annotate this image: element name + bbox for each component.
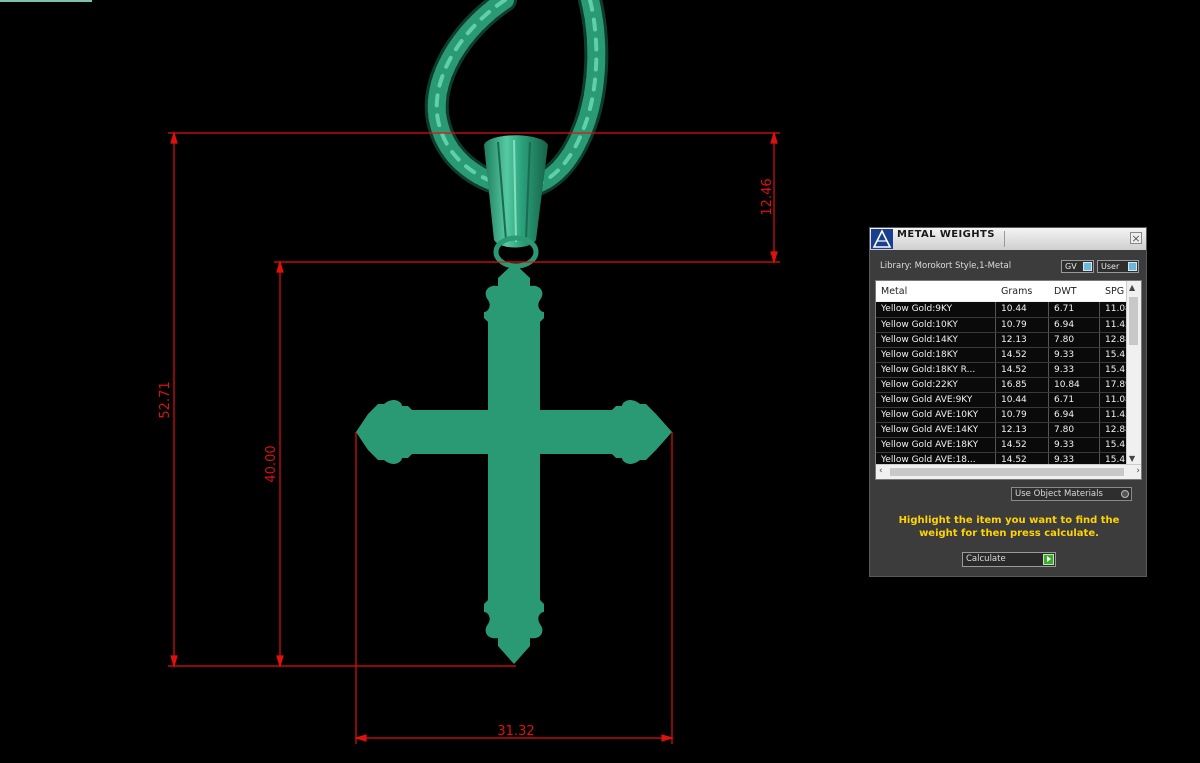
cell-dwt: 6.94	[1049, 318, 1100, 332]
cell-spg: 12.88	[1105, 425, 1126, 435]
cell-spg: 15.41	[1105, 365, 1126, 375]
cell-metal: Yellow Gold:9KY	[876, 302, 996, 317]
cell-metal: Yellow Gold:18KY R...	[876, 363, 996, 377]
column-header-dwt[interactable]: DWT	[1049, 281, 1100, 301]
vertical-scrollbar[interactable]: ▲ ▼	[1126, 281, 1141, 465]
horizontal-scroll-thumb[interactable]	[890, 468, 1124, 476]
cell-spg: 11.08	[1105, 304, 1126, 314]
column-header-metal[interactable]: Metal	[876, 281, 996, 301]
vertical-scroll-thumb[interactable]	[1129, 297, 1138, 345]
scroll-left-icon[interactable]: ‹	[879, 466, 883, 476]
scroll-down-icon[interactable]: ▼	[1129, 454, 1135, 463]
cell-grams: 10.79	[996, 408, 1049, 422]
column-header-spg[interactable]: SPG	[1100, 281, 1126, 301]
table-row[interactable]: Yellow Gold:9KY10.446.71 11.08	[876, 302, 1126, 317]
cell-grams: 16.85	[996, 378, 1049, 392]
panel-title: METAL WEIGHTS	[897, 229, 995, 240]
table-row[interactable]: Yellow Gold AVE:14KY12.137.80 12.88	[876, 422, 1126, 437]
table-row[interactable]: Yellow Gold AVE:9KY10.446.71 11.08	[876, 392, 1126, 407]
instruction-text: Highlight the item you want to find the …	[898, 515, 1120, 539]
cell-spg: 17.89	[1105, 380, 1126, 390]
table-row[interactable]: Yellow Gold:18KY R...14.529.33 15.41	[876, 362, 1126, 377]
cell-spg: 11.08	[1105, 395, 1126, 405]
scroll-right-icon[interactable]: ›	[1136, 466, 1140, 476]
close-button[interactable]: ×	[1130, 232, 1142, 244]
cell-dwt: 10.84	[1049, 378, 1100, 392]
cell-grams: 14.52	[996, 363, 1049, 377]
cell-grams: 10.44	[996, 302, 1049, 317]
cell-spg: 15.41	[1105, 350, 1126, 360]
table-row[interactable]: Yellow Gold AVE:10KY10.796.94 11.45	[876, 407, 1126, 422]
cell-grams: 14.52	[996, 348, 1049, 362]
scroll-up-icon[interactable]: ▲	[1129, 283, 1135, 292]
bail-model	[484, 135, 548, 269]
dim-bail-height: 12.46	[760, 178, 775, 215]
cell-metal: Yellow Gold AVE:9KY	[876, 393, 996, 407]
cell-grams: 12.13	[996, 423, 1049, 437]
panel-titlebar[interactable]: METAL WEIGHTS ×	[870, 228, 1146, 250]
cell-dwt: 6.71	[1049, 302, 1100, 317]
cell-grams: 12.13	[996, 333, 1049, 347]
cell-spg: 12.88	[1105, 335, 1126, 345]
metal-weights-panel: METAL WEIGHTS × Library: Morokort Style,…	[869, 227, 1147, 577]
calculate-label: Calculate	[966, 554, 1006, 564]
cell-dwt: 7.80	[1049, 333, 1100, 347]
metal-table[interactable]: Metal Grams DWT SPG Yellow Gold:9KY 10.44…	[875, 280, 1142, 480]
cell-spg: 11.45	[1105, 410, 1126, 420]
cell-metal: Yellow Gold AVE:14KY	[876, 423, 996, 437]
app-logo-icon	[871, 229, 893, 249]
gv-toggle[interactable]: GV	[1061, 260, 1094, 273]
radio-indicator-icon	[1121, 490, 1129, 498]
table-header: Metal Grams DWT SPG	[876, 281, 1126, 301]
cell-metal: Yellow Gold:22KY	[876, 378, 996, 392]
cell-metal: Yellow Gold:10KY	[876, 318, 996, 332]
cell-metal: Yellow Gold AVE:10KY	[876, 408, 996, 422]
cell-grams: 10.79	[996, 318, 1049, 332]
cell-dwt: 9.33	[1049, 363, 1100, 377]
calculate-button[interactable]: Calculate	[962, 552, 1056, 567]
toggle-knob-icon	[1128, 262, 1137, 271]
cell-dwt: 9.33	[1049, 438, 1100, 452]
cell-metal: Yellow Gold:14KY	[876, 333, 996, 347]
use-object-materials-button[interactable]: Use Object Materials	[1011, 487, 1132, 501]
library-label: Library: Morokort Style,1-Metal	[880, 261, 1012, 271]
cell-metal: Yellow Gold:18KY	[876, 348, 996, 362]
user-toggle-label: User	[1101, 262, 1120, 271]
cell-metal: Yellow Gold AVE:18KY	[876, 438, 996, 452]
cell-dwt: 6.71	[1049, 393, 1100, 407]
cell-dwt: 6.94	[1049, 408, 1100, 422]
cell-spg: 15.41	[1105, 440, 1126, 450]
cross-pendant	[356, 263, 672, 664]
cell-spg: 11.45	[1105, 320, 1126, 330]
use-object-materials-label: Use Object Materials	[1015, 489, 1103, 499]
table-row[interactable]: Yellow Gold:18KY14.529.33 15.41	[876, 347, 1126, 362]
dim-body-height: 40.00	[264, 445, 279, 482]
play-arrow-icon	[1043, 554, 1054, 565]
cell-dwt: 9.33	[1049, 348, 1100, 362]
cell-dwt: 7.80	[1049, 423, 1100, 437]
table-body: Yellow Gold:9KY10.446.7111.08 Yellow Gol…	[876, 302, 1126, 467]
dim-width: 31.32	[497, 724, 534, 739]
table-row[interactable]: Yellow Gold:22KY16.8510.84 17.89	[876, 377, 1126, 392]
cell-grams: 10.44	[996, 393, 1049, 407]
table-row[interactable]: Yellow Gold:14KY12.137.80 12.88	[876, 332, 1126, 347]
user-toggle[interactable]: User	[1097, 260, 1139, 273]
cell-grams: 14.52	[996, 438, 1049, 452]
table-row[interactable]: Yellow Gold AVE:18KY14.529.33 15.41	[876, 437, 1126, 452]
gv-toggle-label: GV	[1065, 262, 1077, 271]
title-divider	[1004, 231, 1005, 247]
toggle-knob-icon	[1083, 262, 1092, 271]
dim-total-height: 52.71	[158, 381, 173, 418]
horizontal-scrollbar[interactable]: ‹ ›	[876, 464, 1141, 479]
table-row[interactable]: Yellow Gold:10KY10.796.94 11.45	[876, 317, 1126, 332]
column-header-grams[interactable]: Grams	[996, 281, 1049, 301]
